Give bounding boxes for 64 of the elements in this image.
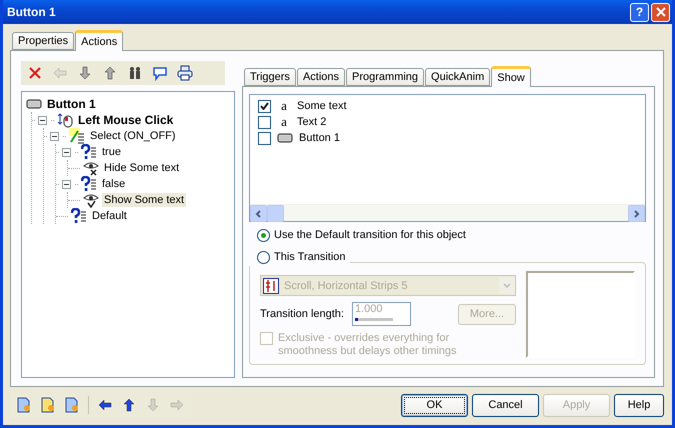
radio-dot-icon (261, 232, 266, 238)
left-arrow-icon[interactable] (97, 397, 113, 413)
tab[interactable]: Show (491, 66, 531, 87)
radio-option[interactable]: This Transition (249, 248, 350, 266)
condition-icon (71, 208, 87, 224)
tab[interactable]: Programming (346, 68, 424, 86)
checkbox[interactable] (258, 100, 271, 112)
eye-cross-icon (83, 160, 99, 176)
checkbox[interactable] (258, 132, 271, 144)
comment-icon[interactable] (152, 65, 168, 81)
list-item-label: Text 2 (297, 116, 326, 128)
button-icon (26, 99, 42, 109)
scroll-right-icon[interactable] (633, 210, 640, 218)
tree-item[interactable]: Select (ON_OFF) (88, 129, 178, 143)
tab[interactable]: Triggers (244, 68, 296, 86)
tab[interactable]: QuickAnim (425, 68, 490, 86)
scroll-left-icon[interactable] (255, 210, 262, 218)
list-item-label: Some text (297, 100, 347, 112)
collapse-toggle[interactable] (38, 116, 47, 124)
radio-option[interactable]: Use the Default transition for this object (249, 226, 646, 244)
dialog-button[interactable]: Help (614, 394, 664, 416)
button-icon (277, 133, 293, 143)
checkbox[interactable] (258, 116, 271, 128)
text-object-icon: a (277, 114, 291, 130)
tree-item[interactable]: Default (90, 209, 129, 223)
checkbox-label: Exclusive - overrides everything for smoothness but delays other timings (278, 332, 458, 358)
tab[interactable]: Properties (12, 32, 74, 50)
tree-item[interactable]: Left Mouse Click (76, 112, 176, 128)
up-arrow-icon[interactable] (121, 397, 137, 413)
close-button[interactable] (651, 2, 670, 22)
collapse-toggle[interactable] (50, 132, 59, 140)
effect-icon (263, 278, 279, 294)
collapse-toggle[interactable] (62, 180, 71, 188)
text-object-icon: a (277, 98, 291, 114)
scroll-thumb[interactable] (267, 205, 284, 222)
down-arrow-icon[interactable] (77, 65, 93, 81)
people-icon[interactable] (127, 65, 143, 81)
tab[interactable]: Actions (296, 68, 346, 86)
delete-icon[interactable] (27, 65, 43, 81)
tab[interactable]: Actions (75, 30, 124, 51)
field-label: Transition length: (260, 308, 344, 320)
horizontal-scrollbar[interactable] (250, 204, 645, 221)
window-title: Button 1 (7, 5, 57, 19)
collapse-toggle[interactable] (62, 148, 71, 156)
tree-item[interactable]: Button 1 (45, 96, 98, 112)
document-icon[interactable] (64, 397, 80, 413)
help-button[interactable]: ? (630, 2, 649, 22)
condition-icon (81, 144, 97, 160)
select-icon (69, 128, 85, 144)
dialog-button[interactable]: OK (401, 394, 468, 416)
tree-item[interactable]: Hide Some text (102, 161, 182, 175)
close-icon (656, 7, 666, 17)
tree-item[interactable]: false (100, 177, 128, 191)
list-item-label: Button 1 (299, 132, 340, 144)
document-icon[interactable] (40, 397, 56, 413)
tree-item[interactable]: Show Some text (102, 193, 186, 207)
eye-check-icon (83, 192, 99, 208)
document-icon[interactable] (16, 397, 32, 413)
mouse-icon (57, 112, 73, 128)
tree-item[interactable]: true (100, 145, 123, 159)
dialog-button[interactable]: Cancel (472, 394, 539, 416)
printer-icon[interactable] (177, 65, 193, 81)
up-arrow-icon[interactable] (102, 65, 118, 81)
condition-icon (81, 176, 97, 192)
